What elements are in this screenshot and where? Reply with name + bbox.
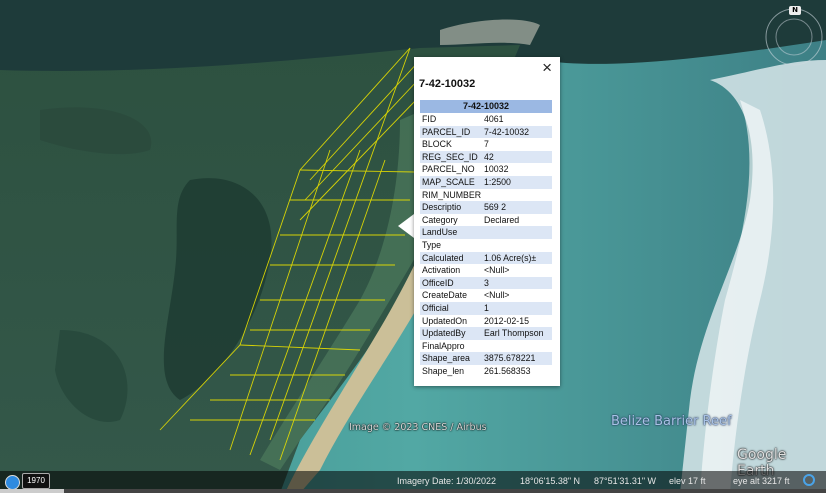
field-value [484, 189, 552, 202]
latitude: 18°06'15.38" N [520, 476, 581, 486]
field-value: 569 2 [484, 202, 507, 213]
streaming-ring-icon [803, 474, 815, 486]
table-row: FID 4061 [420, 113, 552, 126]
field-name: PARCEL_ID [422, 126, 471, 137]
field-name: BLOCK [422, 139, 452, 150]
table-header: 7-42-10032 [420, 100, 552, 113]
field-name: Shape_area [422, 353, 470, 364]
field-value: 1.06 Acre(s)± [484, 252, 537, 263]
eye-altitude: eye alt 3217 ft [733, 476, 790, 486]
field-name: Shape_len [422, 365, 465, 376]
field-name: Category [422, 214, 458, 225]
table-row: Activation <Null> [420, 264, 552, 277]
field-name: REG_SEC_ID [422, 151, 478, 162]
table-row: Category Declared [420, 214, 552, 227]
field-value: 10032 [484, 164, 509, 175]
field-name: Type [422, 239, 442, 250]
field-value: 7 [484, 139, 489, 150]
table-row: Shape_area 3875.678221 [420, 352, 552, 365]
compass-icon[interactable] [763, 6, 825, 68]
table-row: MAP_SCALE 1:2500 [420, 175, 552, 189]
table-row: PARCEL_NO 10032 [420, 163, 552, 176]
table-row: RIM_NUMBER [420, 189, 552, 202]
table-row: UpdatedOn 2012-02-15 [420, 315, 552, 328]
field-value: 2012-02-15 [484, 315, 529, 326]
field-value: <Null> [484, 290, 510, 301]
field-name: Activation [422, 265, 461, 276]
field-value: 3875.678221 [484, 353, 536, 364]
field-value: 4061 [484, 114, 504, 124]
field-name: UpdatedBy [422, 328, 466, 339]
table-row: PARCEL_ID 7-42-10032 [420, 125, 552, 139]
field-value [484, 239, 552, 252]
imagery-date: Imagery Date: 1/30/2022 [397, 476, 497, 486]
field-value: 42 [484, 151, 494, 162]
table-row: Type [420, 239, 552, 252]
parcel-popup: × 7-42-10032 7-42-10032 FID 4061 PARCEL_ID… [414, 57, 560, 386]
field-value: 261.568353 [484, 365, 531, 376]
field-value [484, 340, 552, 353]
table-row: Official 1 [420, 301, 552, 315]
timeline-fill [0, 489, 64, 493]
popup-title: 7-42-10032 [419, 78, 476, 90]
field-value: Earl Thompson [484, 328, 544, 339]
table-row: BLOCK 7 [420, 138, 552, 151]
year-badge[interactable]: 1970 [22, 473, 50, 489]
image-credit: Image © 2023 CNES / Airbus [349, 422, 487, 433]
field-name: OfficeID [422, 277, 454, 288]
north-indicator[interactable]: N [789, 6, 801, 15]
field-name: Calculated [422, 252, 464, 263]
field-name: FID [422, 114, 437, 124]
field-name: PARCEL_NO [422, 164, 475, 175]
field-name: MAP_SCALE [422, 176, 475, 187]
table-row: FinalAppro [420, 340, 552, 353]
field-value: <Null> [484, 265, 510, 276]
table-row: LandUse [420, 226, 552, 239]
longitude: 87°51'31.31" W [594, 476, 657, 486]
timeline-track[interactable] [0, 489, 826, 493]
table-row: REG_SEC_ID 42 [420, 150, 552, 164]
field-name: RIM_NUMBER [422, 189, 482, 200]
reef-label: Belize Barrier Reef [611, 414, 732, 429]
table-row: UpdatedBy Earl Thompson [420, 327, 552, 340]
elevation: elev 17 ft [669, 476, 706, 486]
field-value: 7-42-10032 [484, 126, 529, 137]
field-name: CreateDate [422, 290, 467, 301]
field-value: 1 [484, 302, 489, 313]
attribute-table: 7-42-10032 FID 4061 PARCEL_ID 7-42-10032 BLO… [420, 100, 552, 377]
popup-pointer [398, 214, 414, 238]
field-value: 1:2500 [484, 176, 511, 187]
clock-icon[interactable] [5, 475, 20, 490]
field-name: LandUse [422, 227, 458, 238]
close-icon[interactable]: × [542, 59, 552, 77]
field-value [484, 226, 552, 239]
table-row: Descriptio 569 2 [420, 201, 552, 214]
field-value: 3 [484, 277, 489, 288]
field-name: UpdatedOn [422, 315, 467, 326]
table-row: Calculated 1.06 Acre(s)± [420, 251, 552, 265]
field-name: FinalAppro [422, 340, 465, 351]
table-row: CreateDate <Null> [420, 289, 552, 302]
table-row: Shape_len 261.568353 [420, 365, 552, 378]
field-name: Descriptio [422, 202, 462, 213]
table-row: OfficeID 3 [420, 276, 552, 290]
field-name: Official [422, 302, 449, 313]
field-value: Declared [484, 214, 520, 225]
